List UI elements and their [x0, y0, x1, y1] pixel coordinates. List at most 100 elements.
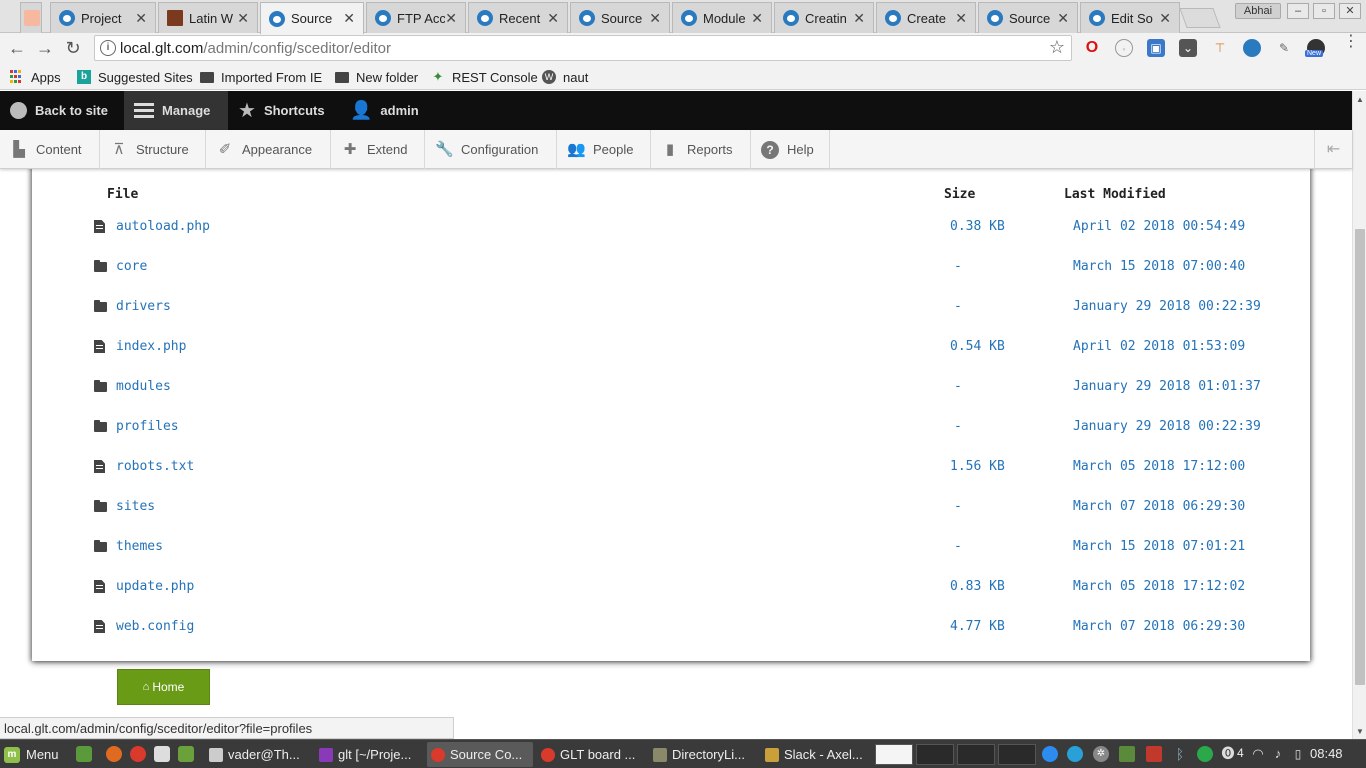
close-tab-icon[interactable]: ✕: [1159, 10, 1171, 27]
tray-item-extend[interactable]: ✚ Extend: [331, 130, 425, 169]
scrollbar-thumb[interactable]: [1355, 229, 1365, 685]
firefox-icon[interactable]: [106, 746, 122, 762]
tray-item-appearance[interactable]: ✐ Appearance: [206, 130, 331, 169]
file-size[interactable]: -: [954, 299, 962, 314]
bookmark-imported-from-ie[interactable]: Imported From IE: [200, 68, 322, 86]
shortcuts-tab[interactable]: ★ Shortcuts: [228, 91, 335, 130]
file-modified-date[interactable]: April 02 2018 01:53:09: [1073, 339, 1245, 354]
tray-item-configuration[interactable]: 🔧 Configuration: [425, 130, 557, 169]
file-modified-date[interactable]: March 07 2018 06:29:30: [1073, 499, 1245, 514]
file-size[interactable]: -: [954, 379, 962, 394]
tray-item-people[interactable]: 👥 People: [557, 130, 651, 169]
tab-6[interactable]: Module ✕: [672, 2, 772, 33]
pocket-icon[interactable]: ⌄: [1179, 39, 1197, 57]
file-name-link[interactable]: drivers: [116, 299, 171, 314]
tab-3[interactable]: FTP Acc ✕: [366, 2, 466, 33]
show-desktop-icon[interactable]: [76, 746, 92, 762]
files-launcher-icon[interactable]: [178, 746, 194, 762]
task-terminal[interactable]: vader@Th...: [205, 742, 311, 767]
info-icon[interactable]: i: [100, 40, 116, 56]
battery-icon[interactable]: ▯: [1290, 746, 1306, 762]
workspace-2[interactable]: [916, 744, 954, 765]
forward-arrow-icon[interactable]: →: [34, 37, 56, 59]
file-name-link[interactable]: sites: [116, 499, 155, 514]
address-bar[interactable]: i local.glt.com/admin/config/sceditor/ed…: [94, 35, 1072, 61]
bookmark-suggested-sites[interactable]: b Suggested Sites: [77, 68, 193, 86]
close-tab-icon[interactable]: ✕: [1057, 10, 1069, 27]
update-manager-icon[interactable]: [1119, 746, 1135, 762]
tab-8[interactable]: Create ✕: [876, 2, 976, 33]
extension-edit-icon[interactable]: ✎: [1275, 39, 1293, 57]
tray-item-help[interactable]: ? Help: [751, 130, 830, 169]
file-size[interactable]: -: [954, 539, 962, 554]
close-tab-icon[interactable]: ✕: [955, 10, 967, 27]
zoom-icon[interactable]: [1042, 746, 1058, 762]
file-name-link[interactable]: profiles: [116, 419, 179, 434]
bookmark-apps[interactable]: Apps: [10, 68, 61, 86]
file-modified-date[interactable]: March 15 2018 07:00:40: [1073, 259, 1245, 274]
workspace-3[interactable]: [957, 744, 995, 765]
file-modified-date[interactable]: January 29 2018 01:01:37: [1073, 379, 1261, 394]
file-modified-date[interactable]: March 05 2018 17:12:00: [1073, 459, 1245, 474]
close-tab-icon[interactable]: ✕: [343, 10, 355, 27]
workspace-1[interactable]: [875, 744, 913, 765]
task-slack[interactable]: Slack - Axel...: [761, 742, 869, 767]
new-tab-button[interactable]: [1179, 8, 1221, 28]
wifi-icon[interactable]: ◠: [1250, 746, 1266, 762]
maximize-icon[interactable]: ▫: [1313, 3, 1335, 19]
file-name-link[interactable]: themes: [116, 539, 163, 554]
close-tab-icon[interactable]: ✕: [751, 10, 763, 27]
opera-icon[interactable]: O: [1083, 39, 1101, 57]
bookmark-rest-console[interactable]: ✦ REST Console: [431, 68, 538, 86]
browser-menu-icon[interactable]: ⋮: [1343, 34, 1359, 50]
tab-7[interactable]: Creatin ✕: [774, 2, 874, 33]
manage-tab[interactable]: Manage: [124, 91, 228, 130]
collapse-tray-icon[interactable]: ⇤: [1314, 130, 1352, 169]
close-tab-icon[interactable]: ✕: [135, 10, 147, 27]
task-chrome-glt-board[interactable]: GLT board ...: [537, 742, 645, 767]
scroll-up-icon[interactable]: ▲: [1356, 95, 1364, 104]
bookmark-star-icon[interactable]: ☆: [1049, 37, 1065, 58]
file-name-link[interactable]: core: [116, 259, 147, 274]
file-size[interactable]: 0.83 KB: [950, 579, 1005, 594]
minimize-icon[interactable]: –: [1287, 3, 1309, 19]
tab-5[interactable]: Source ✕: [570, 2, 670, 33]
bookmark-naut[interactable]: W naut: [542, 68, 588, 86]
workspace-4[interactable]: [998, 744, 1036, 765]
file-modified-date[interactable]: January 29 2018 00:22:39: [1073, 419, 1261, 434]
start-menu-button[interactable]: m Menu: [4, 743, 59, 766]
file-name-link[interactable]: web.config: [116, 619, 194, 634]
bookmark-new-folder[interactable]: New folder: [335, 68, 418, 86]
file-modified-date[interactable]: March 15 2018 07:01:21: [1073, 539, 1245, 554]
close-tab-icon[interactable]: ✕: [853, 10, 865, 27]
telegram-icon[interactable]: [1067, 746, 1083, 762]
file-modified-date[interactable]: January 29 2018 00:22:39: [1073, 299, 1261, 314]
task-phpstorm[interactable]: glt [~/Proje...: [315, 742, 423, 767]
home-button[interactable]: ⌂ Home: [117, 669, 210, 705]
notifications-icon[interactable]: ⓿: [1220, 746, 1236, 762]
file-name-link[interactable]: robots.txt: [116, 459, 194, 474]
file-size[interactable]: 0.38 KB: [950, 219, 1005, 234]
shield-icon[interactable]: [1146, 746, 1162, 762]
whatsapp-icon[interactable]: [1197, 746, 1213, 762]
file-modified-date[interactable]: March 07 2018 06:29:30: [1073, 619, 1245, 634]
profile-button[interactable]: Abhai: [1235, 3, 1281, 19]
tab-2-active[interactable]: Source ✕: [260, 2, 364, 34]
tab-pinned[interactable]: [20, 2, 42, 33]
tab-10[interactable]: Edit So ✕: [1080, 2, 1180, 33]
terminal-launcher-icon[interactable]: [154, 746, 170, 762]
file-name-link[interactable]: autoload.php: [116, 219, 210, 234]
extension-circle-icon[interactable]: ◦: [1115, 39, 1133, 57]
page-scrollbar[interactable]: ▲ ▼: [1352, 91, 1366, 739]
bluetooth-icon[interactable]: ᛒ: [1172, 746, 1188, 762]
file-size[interactable]: 0.54 KB: [950, 339, 1005, 354]
file-name-link[interactable]: index.php: [116, 339, 186, 354]
scroll-down-icon[interactable]: ▼: [1356, 727, 1364, 736]
tab-0[interactable]: Project ✕: [50, 2, 156, 33]
tray-item-structure[interactable]: ⊼ Structure: [100, 130, 206, 169]
chrome-icon[interactable]: [130, 746, 146, 762]
close-tab-icon[interactable]: ✕: [445, 10, 457, 27]
file-modified-date[interactable]: March 05 2018 17:12:02: [1073, 579, 1245, 594]
settings-gear-icon[interactable]: ✲: [1093, 746, 1109, 762]
file-size[interactable]: 4.77 KB: [950, 619, 1005, 634]
